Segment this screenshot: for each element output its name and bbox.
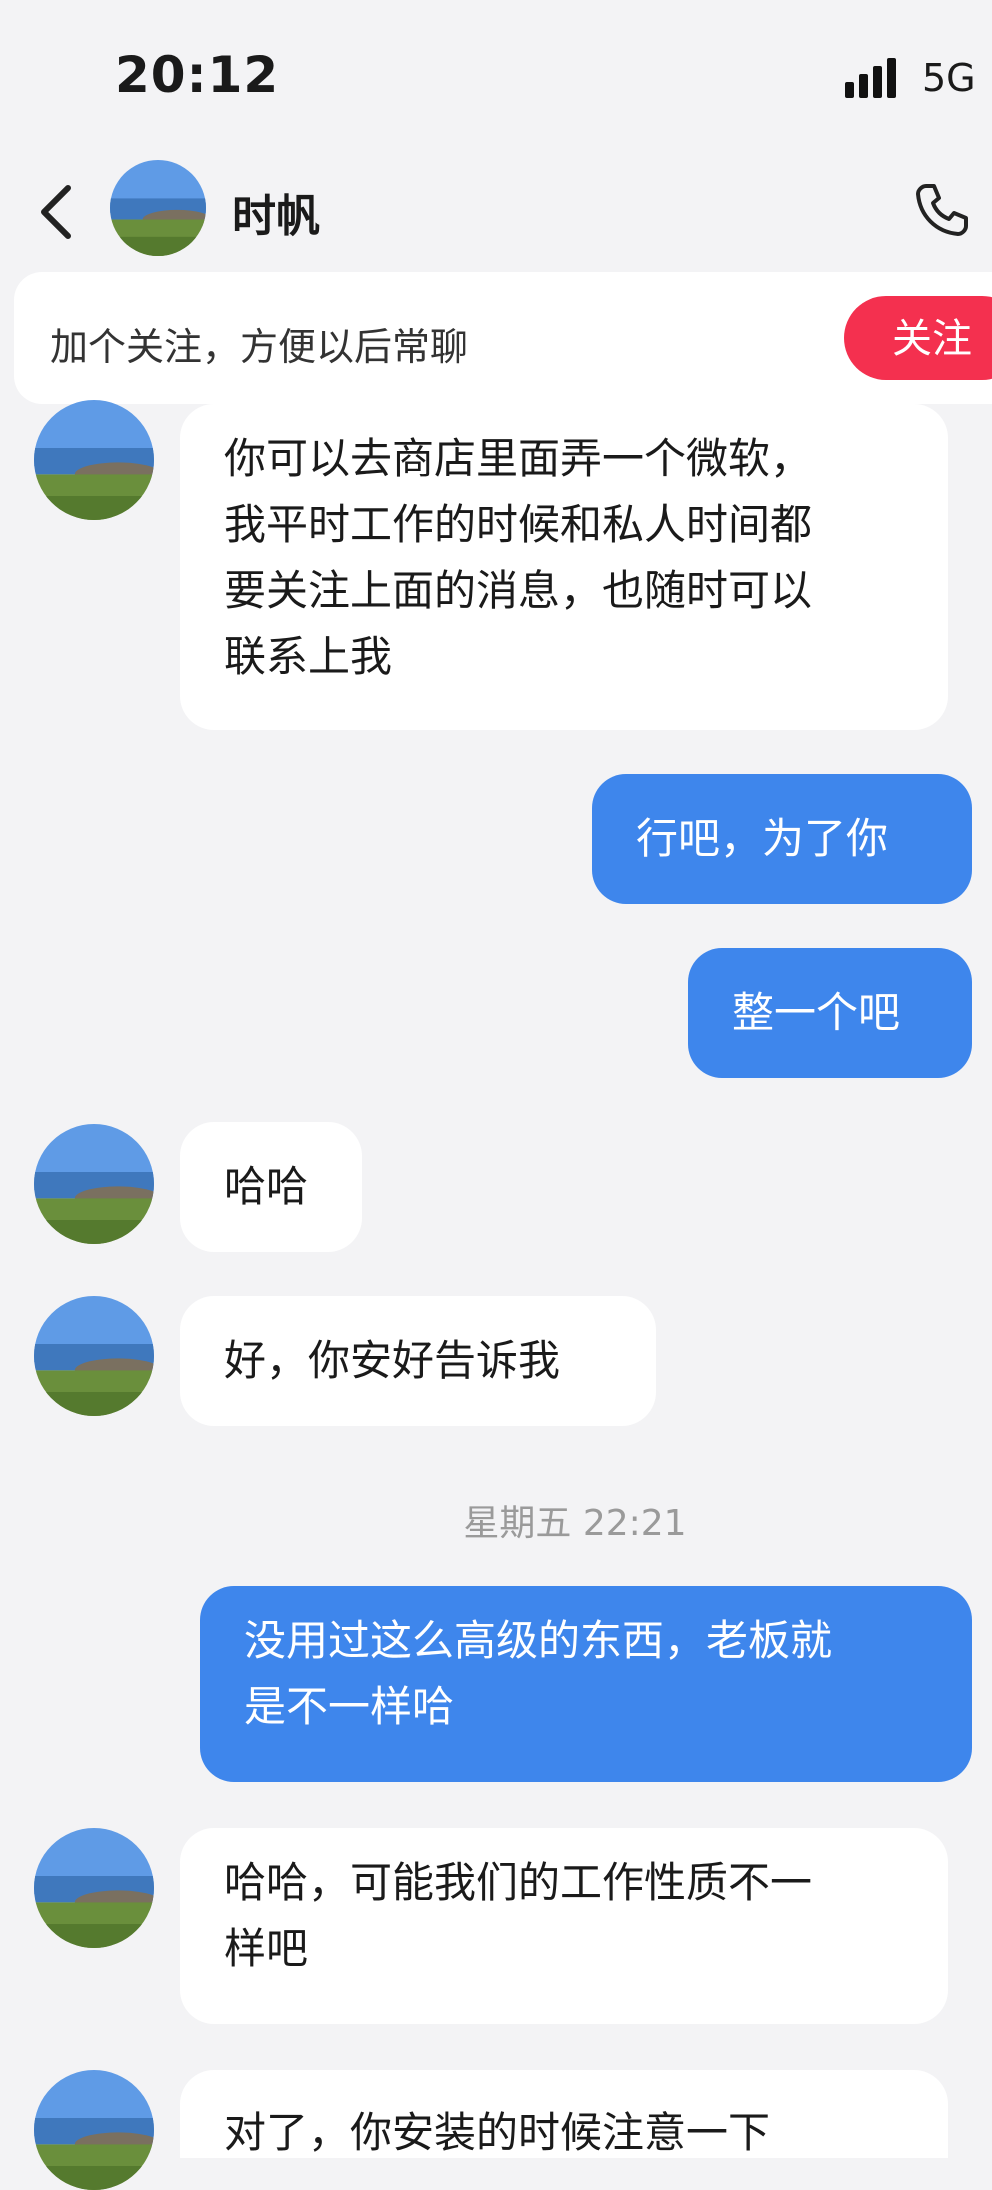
status-bar: 20:12 5G	[0, 0, 992, 150]
date-separator: 星期五 22:21	[463, 1503, 687, 1544]
sender-avatar[interactable]	[34, 1828, 154, 1948]
message-bubble-incoming[interactable]: 哈哈，可能我们的工作性质不一 样吧	[180, 1828, 948, 2024]
avatar-image	[34, 2070, 154, 2190]
message-bubble-incoming[interactable]: 你可以去商店里面弄一个微软， 我平时工作的时候和私人时间都 要关注上面的消息，也…	[180, 404, 948, 730]
message-bubble-incoming[interactable]: 好，你安好告诉我	[180, 1296, 656, 1426]
message-bubble-outgoing[interactable]: 没用过这么高级的东西，老板就 是不一样哈	[200, 1586, 972, 1782]
sender-avatar[interactable]	[34, 400, 154, 520]
message-bubble-incoming[interactable]: 哈哈	[180, 1122, 362, 1252]
chat-header: 时帆	[0, 150, 992, 270]
sender-avatar[interactable]	[34, 2070, 154, 2190]
avatar-image	[110, 160, 206, 256]
message-bubble-outgoing[interactable]: 行吧，为了你	[592, 774, 972, 904]
signal-bars-icon	[845, 58, 896, 98]
avatar-image	[34, 1124, 154, 1244]
network-type: 5G	[922, 56, 976, 100]
follow-button[interactable]: 关注	[844, 296, 992, 380]
follow-banner: 加个关注，方便以后常聊 关注	[14, 272, 992, 404]
message-bubble-incoming[interactable]: 对了，你安装的时候注意一下	[180, 2070, 948, 2158]
follow-prompt: 加个关注，方便以后常聊	[50, 325, 469, 369]
contact-avatar[interactable]	[110, 160, 206, 256]
status-time: 20:12	[115, 46, 280, 104]
contact-name[interactable]: 时帆	[232, 180, 320, 244]
avatar-image	[34, 1296, 154, 1416]
message-bubble-outgoing[interactable]: 整一个吧	[688, 948, 972, 1078]
avatar-image	[34, 400, 154, 520]
sender-avatar[interactable]	[34, 1124, 154, 1244]
avatar-image	[34, 1828, 154, 1948]
sender-avatar[interactable]	[34, 1296, 154, 1416]
phone-icon[interactable]	[912, 180, 972, 240]
chevron-left-icon[interactable]	[36, 182, 76, 242]
